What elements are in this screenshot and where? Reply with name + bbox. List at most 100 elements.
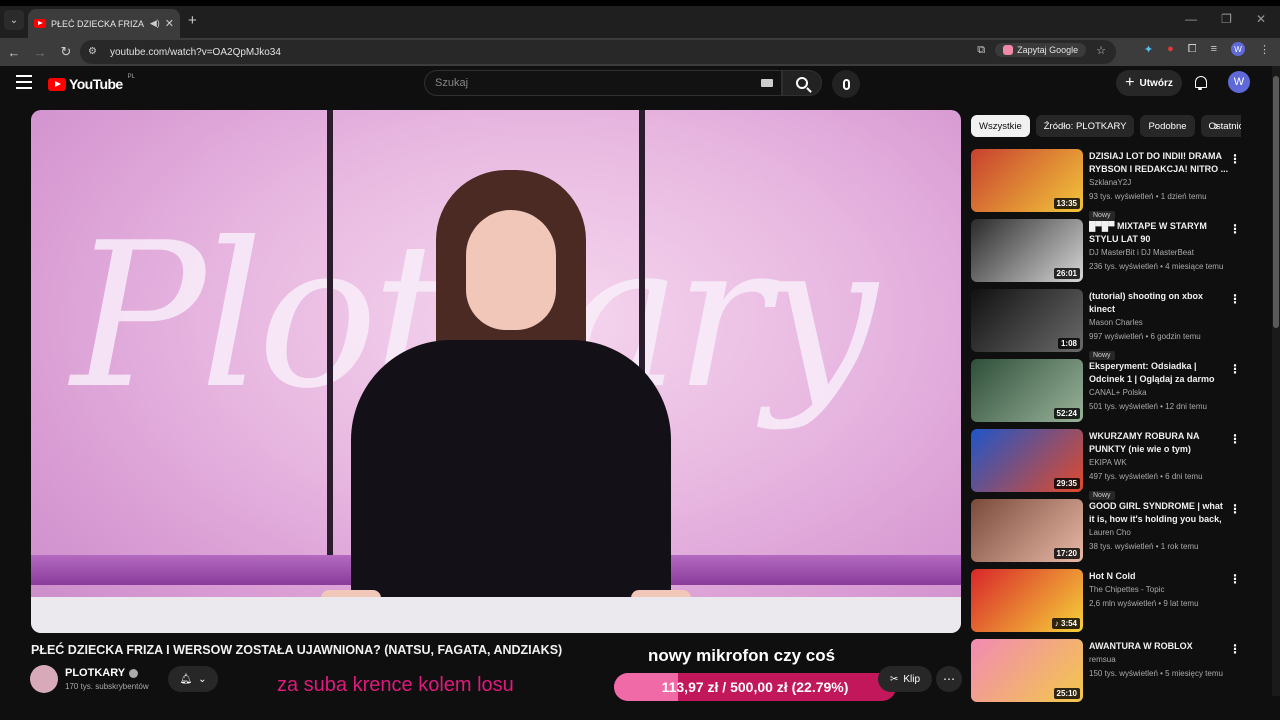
recommendation-item[interactable]: 52:24 Eksperyment: Odsiadka | Odcinek 1 |… xyxy=(971,359,1241,429)
more-options-icon[interactable]: ⋮ xyxy=(1229,502,1241,516)
clip-label: Klip xyxy=(903,673,921,685)
video-thumbnail[interactable]: 17:20 xyxy=(971,499,1083,562)
video-title: PŁEĆ DZIECKA FRIZA I WERSOW ZOSTAŁA UJAW… xyxy=(31,643,563,657)
filter-chip[interactable]: Podobne xyxy=(1140,115,1195,137)
recommendation-info: Eksperyment: Odsiadka | Odcinek 1 | Oglą… xyxy=(1089,360,1229,414)
more-actions-button[interactable]: ⋯ xyxy=(936,666,962,692)
site-info-icon[interactable]: ⚙ xyxy=(88,46,100,58)
duration-badge: 1:08 xyxy=(1057,338,1080,349)
recommendation-item[interactable]: 13:35 DZISIAJ LOT DO INDII! DRAMA RYBSON … xyxy=(971,149,1241,220)
user-avatar[interactable]: W xyxy=(1228,71,1250,93)
close-window-icon[interactable]: ✕ xyxy=(1256,12,1266,26)
recommendation-channel[interactable]: Mason Charles xyxy=(1089,316,1229,330)
browser-menu-icon[interactable]: ⋮ xyxy=(1259,43,1270,56)
browser-tab-active[interactable]: PŁEĆ DZIECKA FRIZA I WERSOW ◀) ✕ xyxy=(28,9,180,38)
more-options-icon[interactable]: ⋮ xyxy=(1229,152,1241,166)
filter-chip[interactable]: Ostatnio przesłane xyxy=(1200,115,1241,137)
filter-chips: Wszystkie Źródło: PLOTKARY Podobne Ostatnio… xyxy=(971,115,1241,137)
adblock-extension-icon[interactable]: ● xyxy=(1167,43,1174,55)
voice-search-button[interactable] xyxy=(832,70,860,98)
tab-search-chevron-icon[interactable]: ⌄ xyxy=(4,10,24,30)
chevron-down-icon: ⌄ xyxy=(198,673,207,685)
ask-google-button[interactable]: Zapytaj Google xyxy=(995,43,1087,57)
duration-badge: 13:35 xyxy=(1053,198,1080,209)
more-options-icon[interactable]: ⋮ xyxy=(1229,432,1241,446)
recommendation-meta: 501 tys. wyświetleń • 12 dni temu xyxy=(1089,402,1207,411)
recommendation-title[interactable]: DZISIAJ LOT DO INDII! DRAMA RYBSON I RED… xyxy=(1089,150,1229,176)
keyboard-icon[interactable] xyxy=(761,79,773,87)
video-thumbnail[interactable]: ♪ 3:54 xyxy=(971,569,1083,632)
video-thumbnail[interactable]: 25:10 xyxy=(971,639,1083,702)
recommendation-channel[interactable]: The Chipettes - Topic xyxy=(1089,583,1229,597)
recommendation-channel[interactable]: DJ MasterBit i DJ MasterBeat xyxy=(1089,246,1229,260)
restore-icon[interactable]: ❐ xyxy=(1221,12,1232,26)
recommendation-item[interactable]: ♪ 3:54 Hot N Cold The Chipettes - Topic 2,6… xyxy=(971,569,1241,639)
browser-tab-strip: ⌄ PŁEĆ DZIECKA FRIZA I WERSOW ◀) ✕ + — ❐… xyxy=(0,0,1280,38)
recommendation-item[interactable]: 26:01 █▀█▀ MIXTAPE W STARYM STYLU LAT 90 D… xyxy=(971,219,1241,289)
video-thumbnail[interactable]: 29:35 xyxy=(971,429,1083,492)
address-bar[interactable]: ⚙ youtube.com/watch?v=OA2QpMJko34 ⧉ Zapy… xyxy=(80,40,1116,64)
more-options-icon[interactable]: ⋮ xyxy=(1229,362,1241,376)
recommendation-channel[interactable]: SzklanaY2J xyxy=(1089,176,1229,190)
scrollbar-thumb[interactable] xyxy=(1273,76,1279,328)
cast-icon[interactable]: ⧉ xyxy=(977,44,985,57)
video-thumbnail[interactable]: 13:35 xyxy=(971,149,1083,212)
translate-extension-icon[interactable]: ✦ xyxy=(1144,43,1153,56)
extensions-puzzle-icon[interactable]: ⧠ xyxy=(1188,43,1197,56)
bookmark-star-icon[interactable]: ☆ xyxy=(1096,44,1106,57)
search-input[interactable]: Szukaj xyxy=(424,70,782,96)
minimize-icon[interactable]: — xyxy=(1185,12,1197,26)
more-options-icon[interactable]: ⋮ xyxy=(1229,222,1241,236)
recommendation-channel[interactable]: EKIPA WK xyxy=(1089,456,1229,470)
recommendation-item[interactable]: 29:35 WKURZAMY ROBURA NA PUNKTY (nie wie … xyxy=(971,429,1241,500)
subscription-notifications-button[interactable]: 🔔︎ ⌄ xyxy=(168,666,218,692)
video-thumbnail[interactable]: 52:24 xyxy=(971,359,1083,422)
recommendation-title[interactable]: WKURZAMY ROBURA NA PUNKTY (nie wie o tym… xyxy=(1089,430,1229,456)
close-tab-icon[interactable]: ✕ xyxy=(165,17,174,30)
recommendation-title[interactable]: Eksperyment: Odsiadka | Odcinek 1 | Oglą… xyxy=(1089,360,1229,386)
youtube-logo[interactable]: YouTube PL xyxy=(48,74,135,92)
recommendation-channel[interactable]: CANAL+ Polska xyxy=(1089,386,1229,400)
new-tab-button[interactable]: + xyxy=(188,12,197,29)
more-options-icon[interactable]: ⋮ xyxy=(1229,642,1241,656)
reading-list-icon[interactable]: ≡ xyxy=(1211,43,1217,55)
filter-chip[interactable]: Wszystkie xyxy=(971,115,1030,137)
reload-icon[interactable]: ↻ xyxy=(54,44,78,60)
hamburger-menu-icon[interactable] xyxy=(16,75,32,89)
video-thumbnail[interactable]: 1:08 xyxy=(971,289,1083,352)
recommendation-title[interactable]: (tutorial) shooting on xbox kinect xyxy=(1089,290,1229,316)
more-options-icon[interactable]: ⋮ xyxy=(1229,292,1241,306)
create-button[interactable]: + Utwórz xyxy=(1116,70,1182,96)
recommendation-title[interactable]: Hot N Cold xyxy=(1089,570,1229,583)
youtube-play-logo-icon xyxy=(48,77,66,91)
studio-desk xyxy=(31,597,961,633)
audio-playing-icon[interactable]: ◀) xyxy=(150,18,160,29)
back-arrow-icon[interactable]: ← xyxy=(2,45,26,60)
microphone-icon xyxy=(842,78,850,90)
chevron-right-icon[interactable]: › xyxy=(1214,117,1219,133)
forward-arrow-icon[interactable]: → xyxy=(28,45,52,60)
youtube-logo-text: YouTube xyxy=(69,76,123,92)
recommendation-item[interactable]: 1:08 (tutorial) shooting on xbox kinect Ma… xyxy=(971,289,1241,360)
video-player[interactable]: Plotkary xyxy=(31,110,961,633)
channel-name-row[interactable]: PLOTKARY xyxy=(65,667,139,679)
recommendation-item[interactable]: 17:20 GOOD GIRL SYNDROME | what it is, ho… xyxy=(971,499,1241,569)
filter-chip[interactable]: Źródło: PLOTKARY xyxy=(1035,115,1135,137)
more-options-icon[interactable]: ⋮ xyxy=(1229,572,1241,586)
create-label: Utwórz xyxy=(1139,77,1173,89)
channel-avatar[interactable] xyxy=(30,665,58,693)
search-button[interactable] xyxy=(782,70,822,96)
recommendation-title[interactable]: AWANTURA W ROBLOX xyxy=(1089,640,1229,653)
recommendation-title[interactable]: █▀█▀ MIXTAPE W STARYM STYLU LAT 90 xyxy=(1089,220,1229,246)
recommendation-meta: 2,6 mln wyświetleń • 9 lat temu xyxy=(1089,599,1199,608)
recommendation-title[interactable]: GOOD GIRL SYNDROME | what it is, how it'… xyxy=(1089,500,1229,526)
recommendation-channel[interactable]: Lauren Cho xyxy=(1089,526,1229,540)
browser-profile-avatar[interactable]: W xyxy=(1231,42,1245,56)
clip-button[interactable]: ✂ Klip xyxy=(878,666,932,692)
video-thumbnail[interactable]: 26:01 xyxy=(971,219,1083,282)
window-controls: — ❐ ✕ xyxy=(1185,12,1266,26)
notifications-bell-icon[interactable] xyxy=(1193,75,1207,90)
recommendation-info: AWANTURA W ROBLOX remsua 150 tys. wyświetl… xyxy=(1089,640,1229,681)
recommendation-item[interactable]: 25:10 AWANTURA W ROBLOX remsua 150 tys. wyś… xyxy=(971,639,1241,709)
recommendation-channel[interactable]: remsua xyxy=(1089,653,1229,667)
